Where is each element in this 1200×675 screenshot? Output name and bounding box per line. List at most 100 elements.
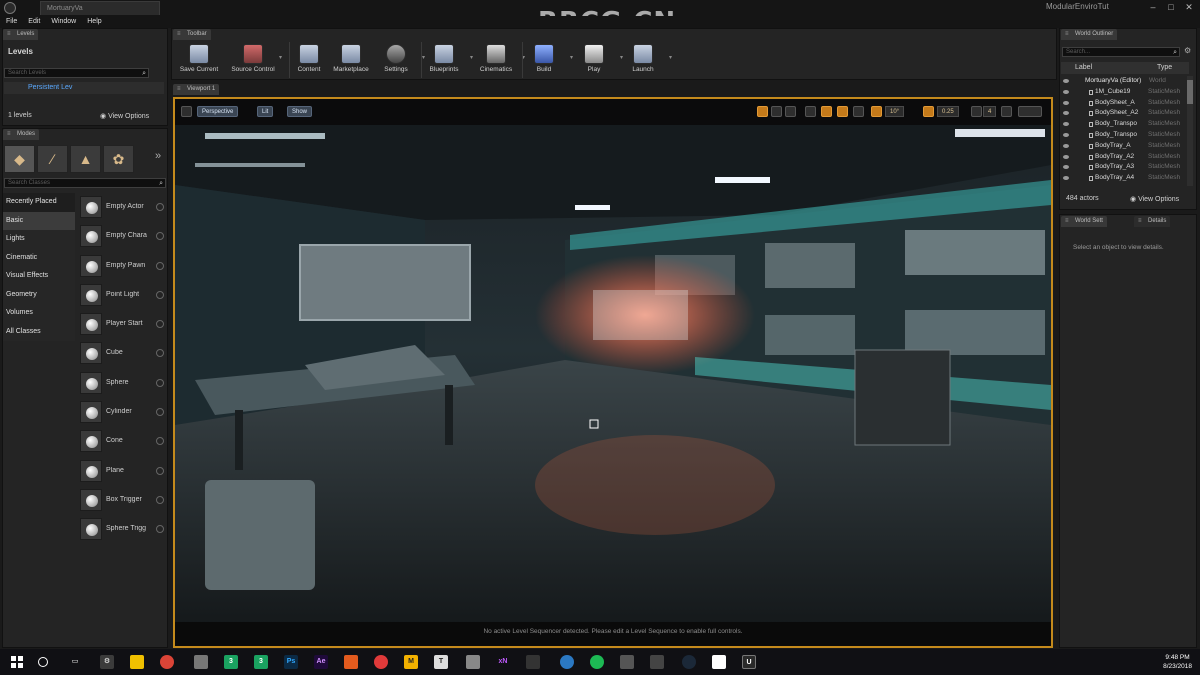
classes-search-input[interactable]: Search Classes ⌕ xyxy=(4,178,166,188)
close-icon[interactable]: ✕ xyxy=(1180,1,1198,14)
list-item[interactable]: Box Trigger xyxy=(78,486,166,515)
outliner-scrollbar[interactable] xyxy=(1187,76,1193,186)
levels-tab[interactable]: Levels xyxy=(3,29,39,40)
rotate-icon[interactable] xyxy=(771,106,782,117)
eye-icon[interactable] xyxy=(1063,143,1069,148)
camera-speed-icon[interactable] xyxy=(971,106,982,117)
app-white-icon[interactable] xyxy=(712,655,726,669)
levels-view-options-button[interactable]: ◉ View Options xyxy=(100,112,149,120)
eye-icon[interactable] xyxy=(1063,154,1069,159)
list-item[interactable]: Empty Pawn xyxy=(78,252,166,281)
table-row[interactable]: BodySheet_A StaticMesh xyxy=(1061,98,1187,109)
world-settings-tab[interactable]: World Sett xyxy=(1061,216,1107,227)
category-cinematic[interactable]: Cinematic xyxy=(3,248,75,267)
eye-icon[interactable] xyxy=(1063,132,1069,137)
maximize-viewport-icon[interactable] xyxy=(1001,106,1012,117)
outliner-search-input[interactable]: Search... ⌕ xyxy=(1062,47,1180,57)
marketplace-button[interactable]: Marketplace xyxy=(326,42,376,80)
list-item[interactable]: Cone xyxy=(78,427,166,456)
search-icon[interactable] xyxy=(38,657,48,667)
category-geometry[interactable]: Geometry xyxy=(3,285,75,304)
rotation-snap-value[interactable]: 10° xyxy=(885,106,905,117)
table-row[interactable]: BodyTray_A4 StaticMesh xyxy=(1061,173,1187,184)
settings-button[interactable]: Settings ▾ xyxy=(371,42,425,80)
play-button[interactable]: Play ▾ xyxy=(569,42,623,80)
app-orange-icon[interactable] xyxy=(344,655,358,669)
minimize-icon[interactable]: – xyxy=(1144,1,1162,14)
table-row[interactable]: Body_Transpo StaticMesh xyxy=(1061,130,1187,141)
launch-button[interactable]: Launch ▾ xyxy=(618,42,672,80)
modes-tab[interactable]: Modes xyxy=(3,129,40,140)
eye-icon[interactable] xyxy=(1063,122,1069,127)
maximize-icon[interactable]: □ xyxy=(1162,1,1180,14)
outliner-view-options-button[interactable]: ◉ View Options xyxy=(1130,195,1179,203)
eye-icon[interactable] xyxy=(1063,165,1069,170)
app-dark-icon[interactable] xyxy=(526,655,540,669)
spotify-icon[interactable] xyxy=(590,655,604,669)
outliner-settings-icon[interactable]: ⚙ xyxy=(1184,46,1191,55)
app-icon-2[interactable] xyxy=(620,655,634,669)
list-item[interactable]: Sphere xyxy=(78,369,166,398)
table-row[interactable]: BodySheet_A2 StaticMesh xyxy=(1061,108,1187,119)
list-item[interactable]: Empty Actor xyxy=(78,193,166,222)
level-document-tab[interactable]: MortuaryVa xyxy=(40,1,160,15)
table-row[interactable]: Body_Transpo StaticMesh xyxy=(1061,119,1187,130)
table-row[interactable]: BodyTray_A StaticMesh xyxy=(1061,141,1187,152)
cinematics-button[interactable]: Cinematics ▾ xyxy=(471,42,525,80)
category-basic[interactable]: Basic xyxy=(3,211,75,230)
place-mode-icon[interactable]: ◆ xyxy=(4,145,35,173)
category-recently-placed[interactable]: Recently Placed xyxy=(3,193,75,212)
paint-mode-icon[interactable]: ∕ xyxy=(37,145,68,173)
column-type[interactable]: Type xyxy=(1157,64,1172,71)
scale-snap-value[interactable]: 0.25 xyxy=(937,106,959,117)
unreal-taskbar-icon[interactable]: U xyxy=(742,655,756,669)
chrome-icon[interactable] xyxy=(160,655,174,669)
details-tab[interactable]: Details xyxy=(1134,216,1171,227)
table-row[interactable]: BodyTray_A3 StaticMesh xyxy=(1061,162,1187,173)
layout-icon[interactable] xyxy=(1018,106,1042,117)
category-lights[interactable]: Lights xyxy=(3,230,75,249)
perspective-button[interactable]: Perspective xyxy=(197,106,239,117)
category-visual-effects[interactable]: Visual Effects xyxy=(3,267,75,286)
show-button[interactable]: Show xyxy=(287,106,313,117)
viewport-options-icon[interactable] xyxy=(181,106,192,117)
app-xn-icon[interactable]: xN xyxy=(496,655,510,669)
list-item[interactable]: Sphere Trigg xyxy=(78,515,166,544)
app-icon[interactable] xyxy=(194,655,208,669)
windows-start-icon[interactable] xyxy=(11,656,23,668)
menu-edit[interactable]: Edit xyxy=(22,16,45,28)
menu-help[interactable]: Help xyxy=(81,16,106,28)
translate-icon[interactable] xyxy=(757,106,768,117)
eye-icon[interactable] xyxy=(1063,79,1069,83)
list-item[interactable]: Player Start xyxy=(78,310,166,339)
table-row[interactable]: MortuaryVa (Editor) World xyxy=(1061,76,1187,87)
level-viewport[interactable]: Perspective Lit Show 10° 0.25 4 No activ… xyxy=(173,97,1053,648)
after-effects-icon[interactable]: Ae xyxy=(314,655,328,669)
rotation-snap-icon[interactable] xyxy=(871,106,882,117)
app-red-icon[interactable] xyxy=(374,655,388,669)
eye-icon[interactable] xyxy=(1063,176,1069,181)
column-label[interactable]: Label xyxy=(1075,64,1092,71)
list-item[interactable]: Empty Chara xyxy=(78,222,166,251)
app-t-icon[interactable]: T xyxy=(434,655,448,669)
list-item[interactable]: Plane xyxy=(78,457,166,486)
grid-size-icon[interactable] xyxy=(853,106,864,117)
category-volumes[interactable]: Volumes xyxy=(3,304,75,323)
app-gray-icon[interactable] xyxy=(466,655,480,669)
app-icon-3[interactable] xyxy=(650,655,664,669)
system-clock[interactable]: 9:48 PM 8/23/2018 xyxy=(1163,653,1192,671)
photoshop-icon[interactable]: Ps xyxy=(284,655,298,669)
scale-snap-icon[interactable] xyxy=(923,106,934,117)
world-space-icon[interactable] xyxy=(805,106,816,117)
lit-button[interactable]: Lit xyxy=(257,106,274,117)
list-item[interactable]: Cylinder xyxy=(78,398,166,427)
table-row[interactable]: BodyTray_A2 StaticMesh xyxy=(1061,152,1187,163)
foliage-mode-icon[interactable]: ✿ xyxy=(103,145,134,173)
app-3-icon[interactable]: 3 xyxy=(224,655,238,669)
persistent-level-row[interactable]: Persistent Lev xyxy=(4,82,164,94)
app-3b-icon[interactable]: 3 xyxy=(254,655,268,669)
viewport-tab[interactable]: Viewport 1 xyxy=(173,84,220,95)
levels-search-input[interactable]: Search Levels ⌕ xyxy=(4,68,149,78)
eye-icon[interactable] xyxy=(1063,111,1069,116)
menu-file[interactable]: File xyxy=(0,16,22,28)
